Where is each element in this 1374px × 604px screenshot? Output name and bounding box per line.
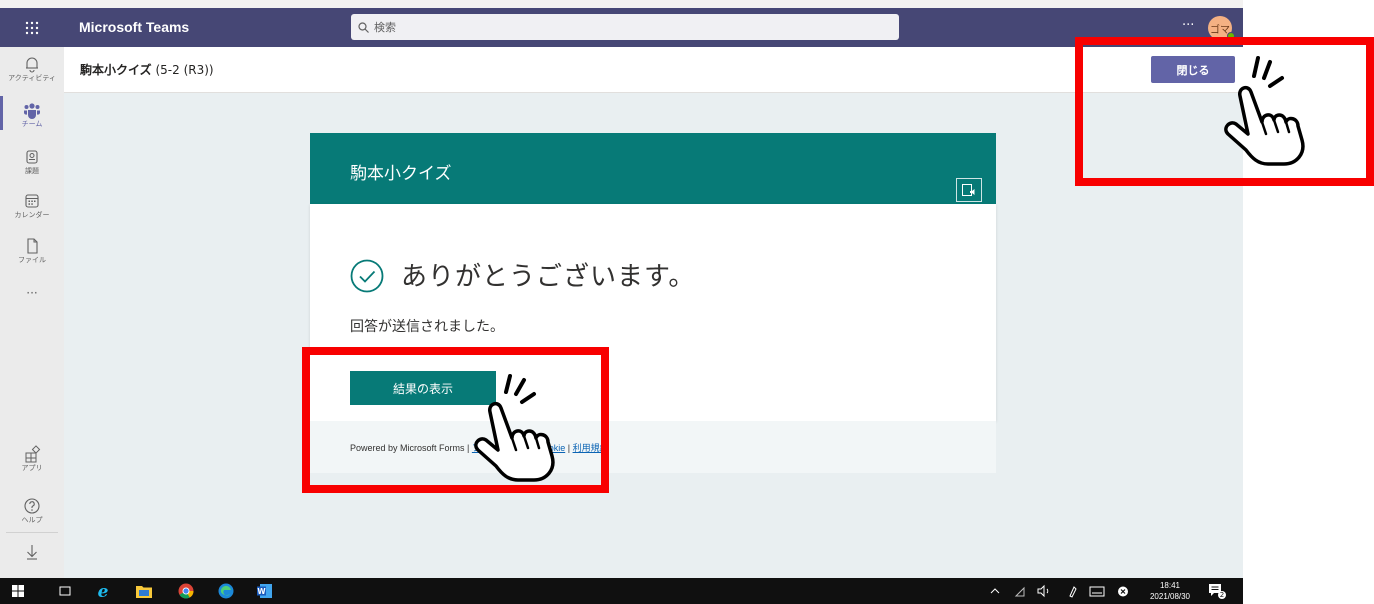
rail-item-assignments[interactable]: 課題 [0, 148, 64, 176]
rail-item-help[interactable]: ヘルプ [0, 497, 64, 525]
clock-date: 2021/08/30 [1149, 592, 1191, 601]
rail-item-calendar[interactable]: カレンダー [0, 192, 64, 220]
app-launcher-icon[interactable] [0, 8, 64, 47]
left-rail: アクティビティ チーム 課題 カレンダー ファイル ··· アプリ ヘルプ [0, 47, 64, 578]
start-button[interactable] [8, 581, 28, 601]
edge-icon [218, 583, 234, 599]
taskbar: e W 18:41 2021/08/30 2 [0, 578, 1243, 604]
more-icon: ··· [26, 286, 38, 300]
submitted-message: 回答が送信されました。 [350, 319, 504, 335]
form-name: 駒本小クイズ [80, 63, 152, 77]
rail-label: ヘルプ [21, 516, 43, 524]
teams-window: Microsoft Teams 検索 ··· ゴマ アクティビティ チーム 課題… [0, 0, 1243, 604]
reader-icon [962, 184, 975, 196]
channel-header: 駒本小クイズ (5-2 (R3)) 閉じる [64, 47, 1243, 93]
notification-count: 2 [1218, 591, 1226, 599]
page-title: 駒本小クイズ (5-2 (R3)) [80, 47, 214, 93]
task-view-icon [59, 586, 71, 596]
apps-icon [25, 445, 41, 463]
folder-icon [136, 586, 152, 598]
help-icon [24, 498, 40, 514]
assignments-icon [26, 150, 38, 164]
rail-item-files[interactable]: ファイル [0, 237, 64, 265]
rail-item-activity[interactable]: アクティビティ [0, 55, 64, 83]
notification-center-button[interactable]: 2 [1208, 583, 1226, 599]
class-name: (5-2 (R3)) [155, 63, 214, 77]
taskbar-chrome[interactable] [176, 581, 196, 601]
divider [6, 532, 58, 533]
svg-text:W: W [257, 587, 266, 596]
search-input[interactable]: 検索 [351, 14, 899, 40]
rail-item-apps[interactable]: アプリ [0, 445, 64, 473]
rail-label: カレンダー [14, 211, 50, 219]
task-view-button[interactable] [55, 581, 75, 601]
taskbar-ie[interactable]: e [93, 581, 113, 601]
search-icon [358, 21, 369, 33]
rail-label: アプリ [21, 464, 43, 472]
taskbar-file-explorer[interactable] [134, 581, 154, 601]
checkmark-circle-icon [350, 259, 384, 293]
rail-item-teams[interactable]: チーム [0, 101, 64, 129]
pointing-hand-icon [474, 374, 555, 482]
screen: Microsoft Teams 検索 ··· ゴマ アクティビティ チーム 課題… [0, 0, 1374, 604]
windows-icon [12, 585, 24, 597]
taskbar-clock[interactable]: 18:41 2021/08/30 [1143, 580, 1197, 602]
top-bar: Microsoft Teams 検索 ··· ゴマ [0, 8, 1243, 47]
bell-icon [26, 57, 38, 73]
file-icon [27, 238, 38, 254]
rail-label: チーム [21, 120, 43, 128]
download-icon [27, 545, 37, 560]
svg-text:e: e [98, 582, 109, 600]
pointing-hand-icon [1224, 56, 1305, 166]
rail-label: ファイル [18, 256, 46, 264]
rail-label: 課題 [25, 167, 39, 175]
rail-label: アクティビティ [8, 74, 56, 82]
internet-explorer-icon: e [98, 582, 109, 600]
system-tray-icons[interactable] [990, 584, 1140, 598]
download-button[interactable] [0, 543, 64, 561]
rail-item-more[interactable]: ··· [0, 286, 64, 300]
clock-time: 18:41 [1159, 581, 1181, 590]
teams-icon [24, 103, 40, 119]
immersive-reader-icon[interactable] [956, 178, 982, 202]
app-title: Microsoft Teams [79, 19, 190, 35]
search-placeholder: 検索 [374, 21, 396, 34]
thank-you-heading: ありがとうございます。 [401, 262, 696, 292]
calendar-icon [25, 194, 39, 208]
taskbar-edge[interactable] [216, 581, 236, 601]
form-header: 駒本小クイズ [310, 133, 996, 204]
word-icon: W [257, 584, 272, 598]
chrome-icon [178, 583, 194, 599]
taskbar-word[interactable]: W [255, 581, 275, 601]
main-content: 駒本小クイズ ありがとうございます。 回答が送信されました。 結果の表示 Pow… [64, 93, 1243, 578]
form-title: 駒本小クイズ [350, 164, 452, 184]
grid-icon [25, 21, 39, 34]
